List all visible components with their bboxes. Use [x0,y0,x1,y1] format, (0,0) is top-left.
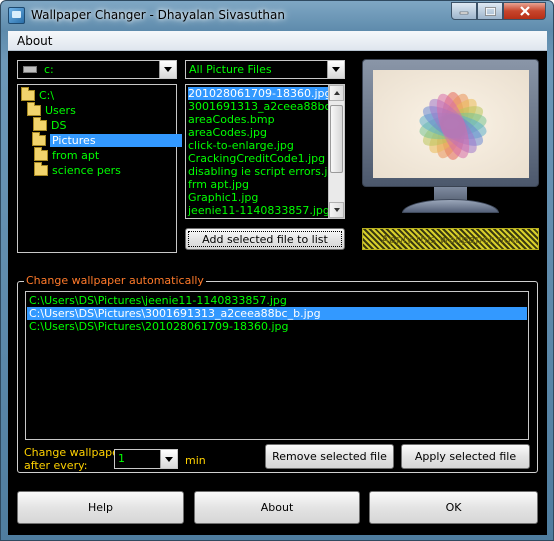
app-icon [8,7,25,24]
tree-item[interactable]: from apt [34,147,99,163]
scroll-up-icon[interactable] [329,85,344,101]
tree-item[interactable]: Users [27,102,76,118]
file-item[interactable]: 3001691313_a2ceea88bc_b [188,100,343,113]
wallpaper-item-selected[interactable]: C:\Users\DS\Pictures\3001691313_a2ceea88… [27,307,527,320]
apply-wallpaper-button[interactable]: Apply this wallpaper now [362,228,539,250]
file-type-filter[interactable]: All Picture Files [185,60,345,79]
minimize-button[interactable] [451,2,477,20]
chevron-down-icon[interactable] [327,61,344,78]
preview-image [373,70,529,178]
window-title: Wallpaper Changer - Dhayalan Sivasuthan [31,8,285,22]
folder-icon [34,162,48,176]
drive-value: c: [44,63,54,76]
interval-value: 1 [118,452,125,465]
title-bar[interactable]: Wallpaper Changer - Dhayalan Sivasuthan [1,1,553,31]
monitor-base [402,199,499,213]
auto-change-label: Change wallpaper automatically [24,274,206,287]
apply-wallpaper-label: Apply this wallpaper now [381,233,520,246]
caption-buttons [451,2,546,20]
interval-select[interactable]: 1 [114,449,178,469]
file-item-selected[interactable]: 201028061709-18360.jpg [188,87,331,100]
file-item[interactable]: Graphic1.jpg [188,191,258,204]
open-folder-icon [27,102,41,116]
maximize-button[interactable] [477,2,503,20]
folder-tree[interactable]: C:\ Users DS Pictures from apt science p… [17,84,182,253]
open-folder-icon [21,87,35,101]
app-window: Wallpaper Changer - Dhayalan Sivasuthan … [0,0,554,541]
scroll-thumb[interactable] [330,105,343,173]
open-folder-icon [33,117,47,131]
about-button[interactable]: About [194,491,360,524]
add-file-button[interactable]: Add selected file to list [185,228,345,250]
minimize-icon [459,11,469,15]
tree-item[interactable]: C:\ [21,87,54,103]
wallpaper-list[interactable]: C:\Users\DS\Pictures\jeenie11-1140833857… [25,291,529,440]
ok-button[interactable]: OK [369,491,538,524]
file-item[interactable]: disabling ie script errors.jpg [188,165,341,178]
help-button[interactable]: Help [17,491,184,524]
file-item[interactable]: areaCodes.jpg [188,126,267,139]
filter-value: All Picture Files [189,63,272,76]
scroll-down-icon[interactable] [329,202,344,218]
monitor-icon [362,59,539,187]
folder-icon [34,147,48,161]
tree-item[interactable]: science pers [34,162,121,178]
chevron-down-icon[interactable] [160,450,177,468]
file-list[interactable]: 201028061709-18360.jpg 3001691313_a2ceea… [185,84,345,219]
menu-about[interactable]: About [17,34,52,48]
menu-bar: About [8,31,547,51]
drive-select[interactable]: c: [17,60,177,79]
maximize-icon [484,6,496,16]
file-list-scrollbar[interactable] [328,85,344,218]
close-button[interactable] [503,2,546,20]
file-item[interactable]: CrackingCreditCode1.jpg [188,152,325,165]
auto-change-group: Change wallpaper automatically C:\Users\… [17,274,538,473]
interval-label: Change wallpaper after every: [24,446,124,472]
open-folder-icon [32,132,46,146]
chevron-down-icon[interactable] [159,61,176,78]
file-item[interactable]: areaCodes.bmp [188,113,275,126]
tree-item[interactable]: DS [33,117,66,133]
remove-file-button[interactable]: Remove selected file [265,444,394,469]
apply-selected-button[interactable]: Apply selected file [401,444,530,469]
file-item[interactable]: frm apt.jpg [188,178,249,191]
file-item[interactable]: jeenie11-1140833857.jpg [188,204,330,217]
file-item[interactable]: click-to-enlarge.jpg [188,139,294,152]
close-icon [519,6,530,16]
tree-item-selected[interactable]: Pictures [32,132,182,148]
interval-unit: min [185,454,206,467]
drive-icon [23,66,37,73]
wallpaper-item[interactable]: C:\Users\DS\Pictures\jeenie11-1140833857… [27,294,287,307]
wallpaper-item[interactable]: C:\Users\DS\Pictures\201028061709-18360.… [27,320,289,333]
client-area: About c: C:\ Users DS Pictures from apt [8,31,547,535]
wallpaper-preview [362,59,539,219]
